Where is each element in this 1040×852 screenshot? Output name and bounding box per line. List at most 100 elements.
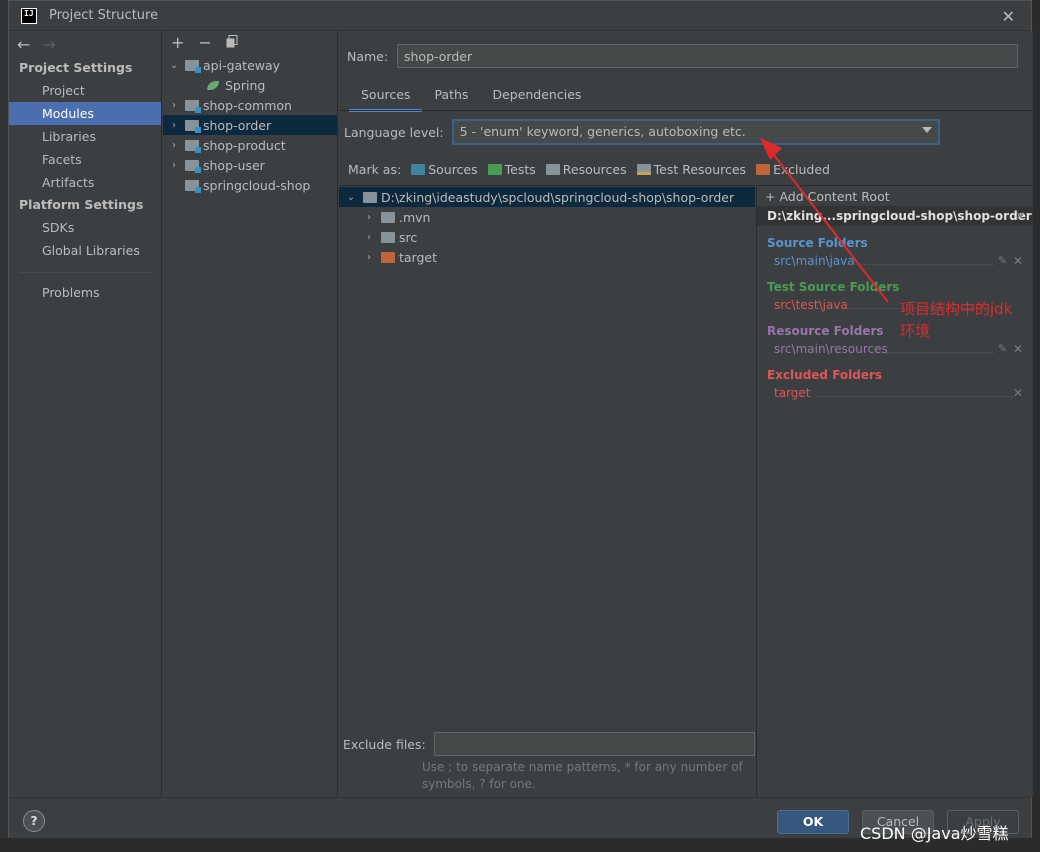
tab-paths[interactable]: Paths	[422, 83, 480, 112]
chevron-down-icon[interactable]: ⌄	[344, 192, 358, 203]
language-level-select[interactable]: 5 - 'enum' keyword, generics, autoboxing…	[451, 119, 940, 145]
watermark: CSDN @Java炒雪糕	[860, 824, 1009, 843]
module-row[interactable]: › shop-product	[163, 135, 337, 155]
resource-folder-path: src\main\resources ✎ ✕	[767, 340, 1033, 358]
sources-folder-icon	[411, 164, 426, 175]
chevron-right-icon[interactable]: ›	[167, 160, 181, 171]
mark-resources-button[interactable]: Resources	[545, 162, 627, 177]
remove-icon[interactable]: ✕	[1013, 340, 1023, 358]
mark-excluded-button[interactable]: Excluded	[756, 162, 830, 177]
ok-button[interactable]: OK	[777, 810, 849, 834]
resources-folder-icon	[545, 164, 560, 175]
nav-item-artifacts[interactable]: Artifacts	[9, 171, 161, 194]
modules-toolbar: + −	[163, 31, 337, 53]
resource-folder-path-label: src\main\resources	[774, 342, 888, 356]
remove-root-icon[interactable]: ✕	[1015, 206, 1025, 226]
chevron-right-icon[interactable]: ›	[167, 120, 181, 131]
remove-icon[interactable]: ✕	[1013, 384, 1023, 402]
nav-item-facets[interactable]: Facets	[9, 148, 161, 171]
annotation-line-2: 环境	[900, 322, 931, 340]
tab-sources[interactable]: Sources	[349, 83, 423, 112]
mark-excluded-label: Excluded	[773, 162, 830, 177]
excluded-folder-icon	[381, 251, 395, 263]
mark-as-label: Mark as:	[348, 162, 402, 177]
platform-settings-header: Platform Settings	[19, 197, 144, 212]
module-label: shop-order	[203, 117, 272, 133]
module-name-input[interactable]	[397, 44, 1018, 68]
module-label: shop-product	[203, 137, 286, 153]
folder-row[interactable]: › src	[339, 227, 755, 247]
mark-tests-button[interactable]: Tests	[487, 162, 536, 177]
test-folder-path-label: src\test\java	[774, 298, 848, 312]
module-row[interactable]: › shop-user	[163, 155, 337, 175]
chevron-right-icon[interactable]: ›	[167, 100, 181, 111]
chevron-right-icon[interactable]: ›	[362, 232, 376, 243]
exclude-files-input[interactable]	[433, 732, 755, 756]
nav-arrows: ← →	[9, 31, 161, 57]
nav-item-project[interactable]: Project	[9, 79, 161, 102]
nav-item-problems[interactable]: Problems	[9, 281, 161, 304]
chevron-right-icon[interactable]: ›	[167, 140, 181, 151]
folder-row[interactable]: › .mvn	[339, 207, 755, 227]
module-folder-icon	[185, 159, 201, 173]
dotted-leader	[817, 396, 1013, 397]
chevron-right-icon[interactable]: ›	[362, 212, 376, 223]
tabs: Sources Paths Dependencies	[349, 83, 593, 112]
nav-item-sdks[interactable]: SDKs	[9, 216, 161, 239]
module-folder-icon	[185, 59, 201, 73]
annotation-text: 项目结构中的jdk 环境	[900, 298, 1040, 342]
module-row[interactable]: springcloud-shop	[163, 175, 337, 195]
tab-dependencies[interactable]: Dependencies	[480, 83, 593, 112]
test-resources-folder-icon	[636, 164, 651, 175]
folder-row[interactable]: › target	[339, 247, 755, 267]
excluded-folders-group: Excluded Folders target ✕	[757, 366, 1033, 402]
excluded-folder-path-label: target	[774, 386, 811, 400]
name-label: Name:	[347, 48, 389, 64]
background-ide-strip	[0, 0, 8, 852]
remove-module-icon[interactable]: −	[198, 33, 211, 52]
tests-folder-icon	[487, 164, 502, 175]
module-folder-icon	[185, 139, 201, 153]
content-root-tree: ⌄ D:\zking\ideastudy\spcloud\springcloud…	[339, 185, 755, 797]
module-row[interactable]: › shop-common	[163, 95, 337, 115]
nav-divider	[19, 272, 151, 273]
exclude-files-label: Exclude files:	[343, 736, 426, 752]
forward-arrow-icon[interactable]: →	[42, 35, 55, 54]
excluded-folder-icon	[756, 164, 771, 175]
content-root-header: D:\zking...springcloud-shop\shop-order ✕	[757, 206, 1033, 226]
back-arrow-icon[interactable]: ←	[17, 35, 30, 54]
close-icon[interactable]: ✕	[1002, 7, 1015, 26]
remove-icon[interactable]: ✕	[1013, 252, 1023, 270]
pencil-icon[interactable]: ✎	[998, 252, 1007, 270]
content-root-path: D:\zking\ideastudy\spcloud\springcloud-s…	[381, 189, 735, 205]
mark-test-resources-button[interactable]: Test Resources	[636, 162, 746, 177]
nav-item-global-libraries[interactable]: Global Libraries	[9, 239, 161, 262]
hint-line-1: Use ; to separate name patterns, * for a…	[422, 760, 743, 774]
content-root-row[interactable]: ⌄ D:\zking\ideastudy\spcloud\springcloud…	[339, 187, 755, 207]
dropdown-caret-icon	[921, 127, 932, 133]
dialog-title: Project Structure	[49, 8, 159, 23]
mark-sources-button[interactable]: Sources	[411, 162, 478, 177]
project-settings-header: Project Settings	[19, 60, 133, 75]
excluded-folder-path: target ✕	[767, 384, 1033, 402]
help-button[interactable]: ?	[23, 810, 45, 832]
chevron-right-icon[interactable]: ›	[362, 252, 376, 263]
hint-line-2: symbols, ? for one.	[422, 777, 536, 791]
nav-item-libraries[interactable]: Libraries	[9, 125, 161, 148]
nav-item-modules[interactable]: Modules	[9, 102, 161, 125]
add-content-root-button[interactable]: + Add Content Root	[757, 186, 1033, 206]
dotted-leader	[847, 264, 993, 265]
intellij-logo-icon: IJ	[21, 7, 37, 24]
add-module-icon[interactable]: +	[171, 33, 184, 52]
facet-row[interactable]: Spring	[163, 75, 337, 95]
annotation-line-1: 项目结构中的jdk	[900, 300, 1013, 318]
module-row[interactable]: ⌄ api-gateway	[163, 55, 337, 75]
mark-resources-label: Resources	[562, 162, 627, 177]
copy-icon[interactable]	[226, 33, 238, 52]
chevron-down-icon[interactable]: ⌄	[167, 60, 181, 71]
excluded-folders-title: Excluded Folders	[767, 368, 883, 382]
mark-tests-label: Tests	[504, 162, 536, 177]
pencil-icon[interactable]: ✎	[998, 340, 1007, 358]
module-label: shop-user	[203, 157, 265, 173]
module-row-selected[interactable]: › shop-order	[163, 115, 337, 135]
